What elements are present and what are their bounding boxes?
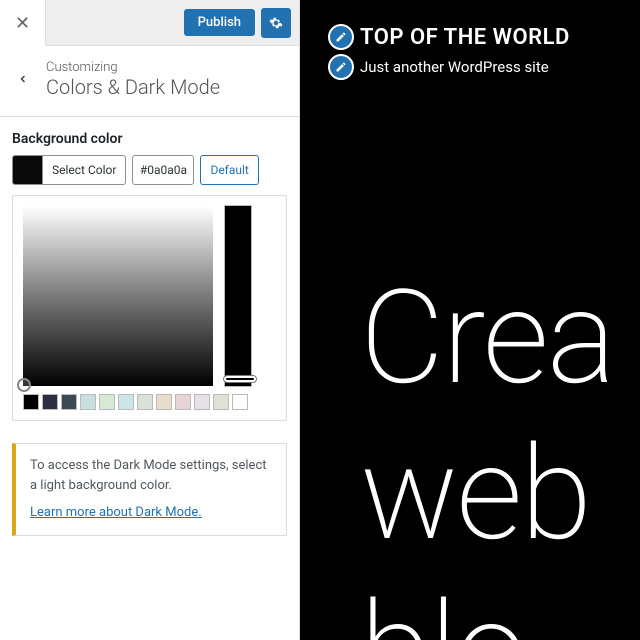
palette-swatch[interactable] bbox=[175, 394, 191, 410]
palette-swatch[interactable] bbox=[232, 394, 248, 410]
palette-swatch[interactable] bbox=[99, 394, 115, 410]
palette-swatch[interactable] bbox=[118, 394, 134, 410]
palette-swatch[interactable] bbox=[213, 394, 229, 410]
site-tagline: Just another WordPress site bbox=[360, 58, 549, 76]
select-color-button[interactable]: Select Color bbox=[12, 155, 126, 185]
saturation-area[interactable] bbox=[23, 206, 213, 386]
palette-swatch[interactable] bbox=[42, 394, 58, 410]
breadcrumb-context: Customizing bbox=[46, 60, 220, 75]
palette-swatch[interactable] bbox=[156, 394, 172, 410]
hex-input[interactable] bbox=[132, 155, 194, 185]
gear-icon bbox=[269, 16, 283, 30]
color-palette bbox=[23, 394, 276, 410]
palette-swatch[interactable] bbox=[23, 394, 39, 410]
dark-mode-notice: To access the Dark Mode settings, select… bbox=[12, 443, 287, 536]
color-picker bbox=[12, 195, 287, 421]
hue-slider[interactable] bbox=[225, 206, 251, 386]
palette-swatch[interactable] bbox=[61, 394, 77, 410]
hue-indicator[interactable] bbox=[224, 376, 256, 382]
page-title: Colors & Dark Mode bbox=[46, 75, 220, 99]
default-button[interactable]: Default bbox=[200, 155, 258, 185]
hero-text: Crea web blo bbox=[360, 260, 614, 640]
edit-title-button[interactable] bbox=[328, 24, 354, 50]
palette-swatch[interactable] bbox=[137, 394, 153, 410]
breadcrumb: Customizing Colors & Dark Mode bbox=[0, 46, 299, 117]
palette-swatch[interactable] bbox=[80, 394, 96, 410]
pencil-icon bbox=[335, 61, 347, 73]
saturation-cursor[interactable] bbox=[17, 378, 31, 392]
publish-button[interactable]: Publish bbox=[184, 9, 255, 36]
bg-color-label: Background color bbox=[12, 131, 287, 147]
close-button[interactable]: ✕ bbox=[0, 0, 46, 46]
back-button[interactable] bbox=[0, 56, 46, 102]
preview-pane: TOP OF THE WORLD Just another WordPress … bbox=[300, 0, 640, 640]
palette-swatch[interactable] bbox=[194, 394, 210, 410]
dark-mode-learn-more-link[interactable]: Learn more about Dark Mode. bbox=[30, 503, 202, 523]
publish-settings-button[interactable] bbox=[261, 8, 291, 38]
current-color-swatch bbox=[13, 156, 43, 184]
site-title: TOP OF THE WORLD bbox=[360, 25, 570, 50]
pencil-icon bbox=[335, 31, 347, 43]
edit-tagline-button[interactable] bbox=[328, 54, 354, 80]
chevron-left-icon bbox=[17, 73, 29, 85]
